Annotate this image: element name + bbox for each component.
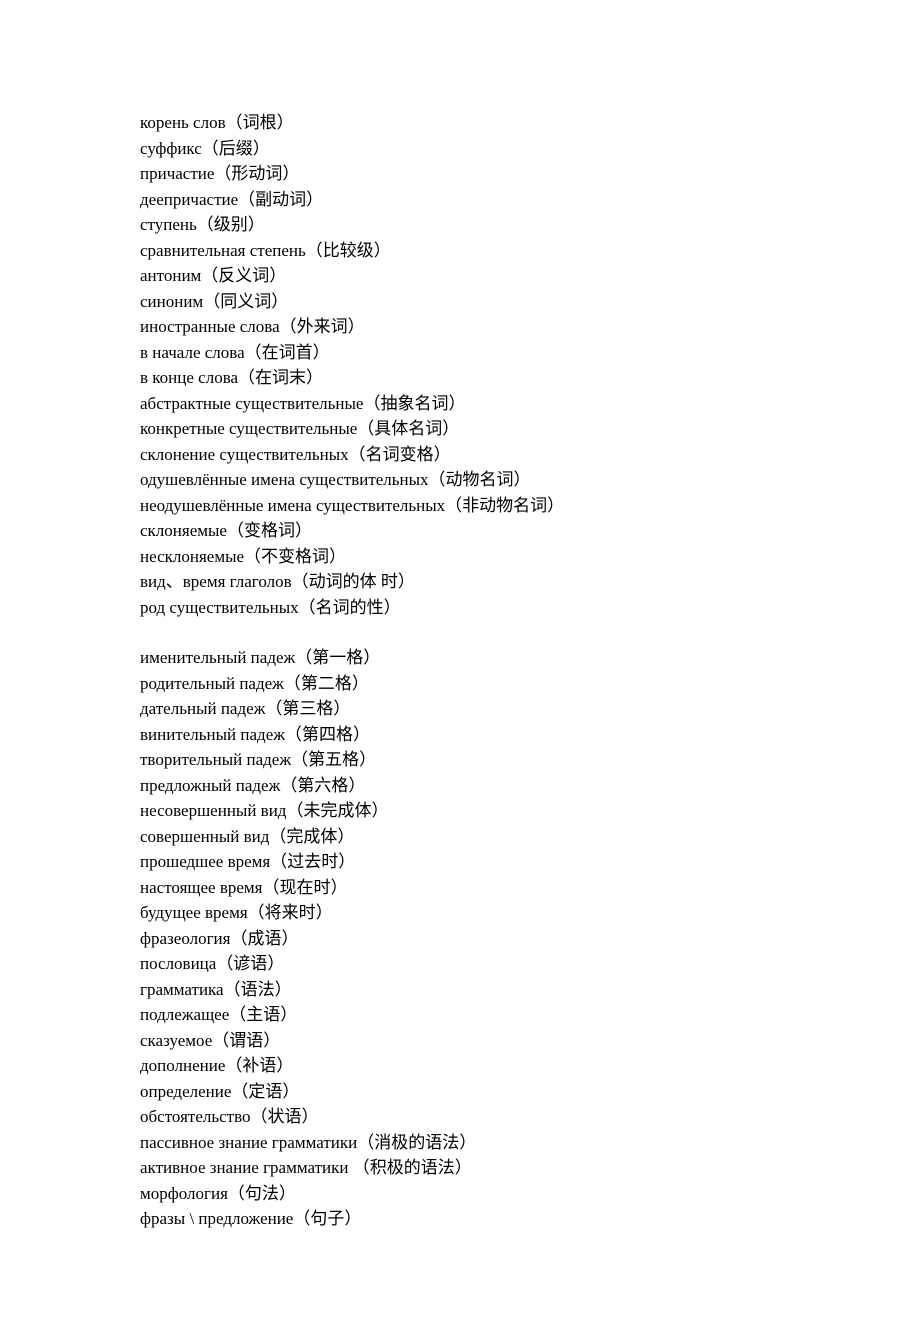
- term-item: в начале слова（在词首）: [140, 340, 780, 366]
- term-item: склоняемые（变格词）: [140, 518, 780, 544]
- term-item: предложный падеж（第六格）: [140, 773, 780, 799]
- term-item: несовершенный вид（未完成体）: [140, 798, 780, 824]
- term-item: синоним（同义词）: [140, 289, 780, 315]
- term-item: в конце слова（在词末）: [140, 365, 780, 391]
- term-item: причастие（形动词）: [140, 161, 780, 187]
- term-item: неодушевлённые имена существительных（非动物…: [140, 493, 780, 519]
- term-item: дополнение（补语）: [140, 1053, 780, 1079]
- term-item: родительный падеж（第二格）: [140, 671, 780, 697]
- term-item: ступень（级别）: [140, 212, 780, 238]
- term-item: будущее время（将来时）: [140, 900, 780, 926]
- term-item: активное знание грамматики （积极的语法）: [140, 1155, 780, 1181]
- term-item: творительный падеж（第五格）: [140, 747, 780, 773]
- term-item: прошедшее время（过去时）: [140, 849, 780, 875]
- term-item: фразы \ предложение（句子）: [140, 1206, 780, 1232]
- glossary-block-2: именительный падеж（第一格） родительный паде…: [140, 645, 780, 1232]
- term-item: пословица（谚语）: [140, 951, 780, 977]
- term-item: род существительных（名词的性）: [140, 595, 780, 621]
- term-item: сравнительная степень（比较级）: [140, 238, 780, 264]
- term-item: склонение существительных（名词变格）: [140, 442, 780, 468]
- glossary-block-1: корень слов（词根） суффикс（后缀） причастие（形动…: [140, 110, 780, 620]
- term-item: дательный падеж（第三格）: [140, 696, 780, 722]
- term-item: определение（定语）: [140, 1079, 780, 1105]
- term-item: грамматика（语法）: [140, 977, 780, 1003]
- term-item: корень слов（词根）: [140, 110, 780, 136]
- term-item: фразеология（成语）: [140, 926, 780, 952]
- term-item: именительный падеж（第一格）: [140, 645, 780, 671]
- term-item: деепричастие（副动词）: [140, 187, 780, 213]
- term-item: настоящее время（现在时）: [140, 875, 780, 901]
- term-item: вид、время глаголов（动词的体 时）: [140, 569, 780, 595]
- term-item: совершенный вид（完成体）: [140, 824, 780, 850]
- term-item: суффикс（后缀）: [140, 136, 780, 162]
- term-item: одушевлённые имена существительных（动物名词）: [140, 467, 780, 493]
- term-item: обстоятельство（状语）: [140, 1104, 780, 1130]
- term-item: морфология（句法）: [140, 1181, 780, 1207]
- term-item: антоним（反义词）: [140, 263, 780, 289]
- term-item: винительный падеж（第四格）: [140, 722, 780, 748]
- term-item: несклоняемые（不变格词）: [140, 544, 780, 570]
- block-spacer: [140, 620, 780, 645]
- term-item: конкретные существительные（具体名词）: [140, 416, 780, 442]
- term-item: подлежащее（主语）: [140, 1002, 780, 1028]
- term-item: иностранные слова（外来词）: [140, 314, 780, 340]
- term-item: абстрактные существительные（抽象名词）: [140, 391, 780, 417]
- term-item: пассивное знание грамматики（消极的语法）: [140, 1130, 780, 1156]
- term-item: сказуемое（谓语）: [140, 1028, 780, 1054]
